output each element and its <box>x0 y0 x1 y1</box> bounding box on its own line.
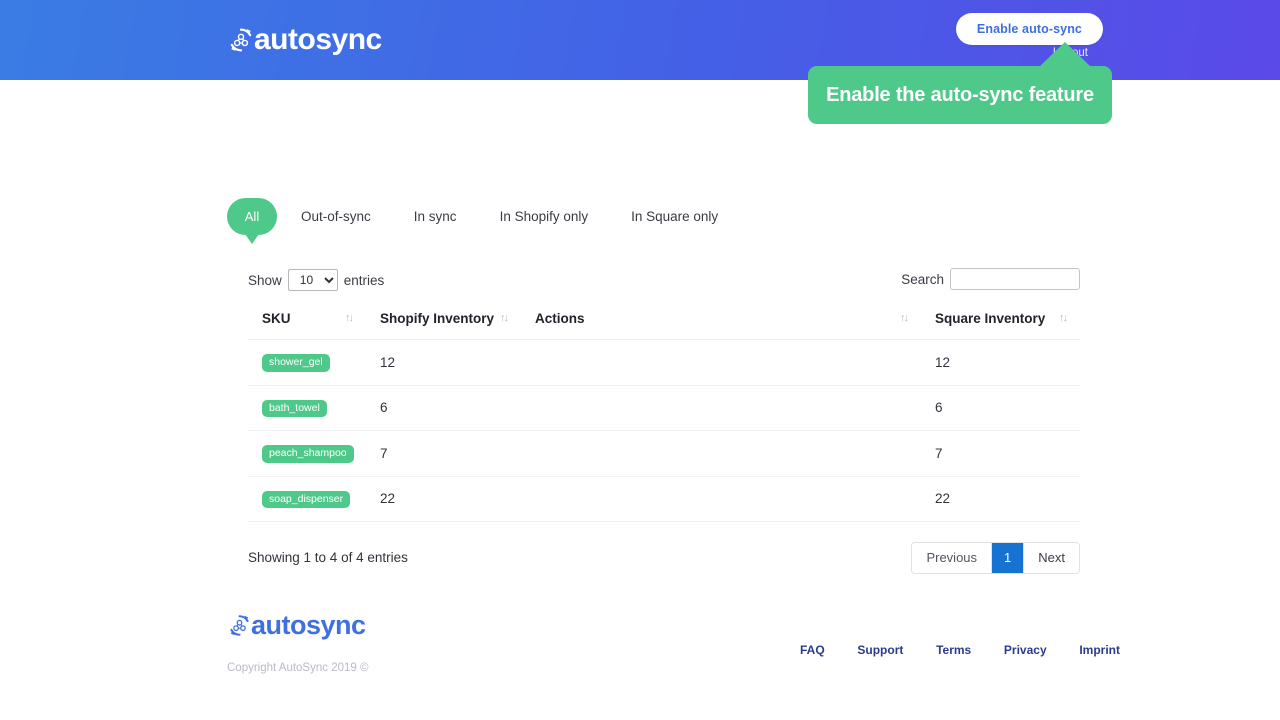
column-header-shopify-inventory-label: Shopify Inventory <box>380 311 494 326</box>
column-header-actions-label: Actions <box>535 311 585 326</box>
footer-links: FAQ Support Terms Privacy Imprint <box>800 643 1120 657</box>
cell-actions <box>521 476 921 522</box>
auto-sync-tooltip: Enable the auto-sync feature <box>808 66 1112 124</box>
sort-updown-icon[interactable]: ↑↓ <box>500 312 507 324</box>
inventory-table: SKU ↑↓ Shopify Inventory ↑↓ Actions ↑↓ S… <box>248 301 1080 522</box>
cell-square-inventory: 7 <box>921 431 1080 477</box>
sort-updown-icon[interactable]: ↑↓ <box>900 312 907 324</box>
table-row[interactable]: soap_dispenser 22 22 <box>248 476 1080 522</box>
table-head: SKU ↑↓ Shopify Inventory ↑↓ Actions ↑↓ S… <box>248 301 1080 340</box>
status-badge: shower_gel <box>262 354 330 372</box>
table-row[interactable]: shower_gel 12 12 <box>248 340 1080 386</box>
footer-link-support[interactable]: Support <box>857 643 903 657</box>
cell-sku: soap_dispenser <box>248 476 366 522</box>
copyright-text: Copyright AutoSync 2019 © <box>227 662 368 674</box>
tab-out-of-sync-label: Out-of-sync <box>301 209 371 224</box>
table-row[interactable]: peach_shampoo 7 7 <box>248 431 1080 477</box>
cell-square-inventory: 6 <box>921 385 1080 431</box>
enable-auto-sync-button[interactable]: Enable auto-sync <box>956 13 1103 45</box>
cell-sku: shower_gel <box>248 340 366 386</box>
tab-in-shopify-only-label: In Shopify only <box>500 209 589 224</box>
pagination-page-1-button[interactable]: 1 <box>992 543 1024 573</box>
inventory-table-container: Show 10 entries Search SKU ↑↓ <box>248 265 1080 576</box>
pagination-previous-button[interactable]: Previous <box>912 543 992 573</box>
search-label: Search <box>901 272 944 287</box>
cell-sku: peach_shampoo <box>248 431 366 477</box>
tab-all-label: All <box>245 209 259 224</box>
tab-in-sync[interactable]: In sync <box>414 209 457 224</box>
cell-actions <box>521 340 921 386</box>
tab-in-square-only[interactable]: In Square only <box>631 209 718 224</box>
status-badge: bath_towel <box>262 400 327 418</box>
header-brand-logo[interactable]: autosync <box>227 20 382 60</box>
pagination-next-button[interactable]: Next <box>1024 543 1079 573</box>
status-badge: peach_shampoo <box>262 445 354 463</box>
tab-out-of-sync[interactable]: Out-of-sync <box>301 209 371 224</box>
page-length-select[interactable]: 10 <box>288 269 338 291</box>
table-footer: Showing 1 to 4 of 4 entries Previous 1 N… <box>248 542 1080 576</box>
footer-link-terms[interactable]: Terms <box>936 643 971 657</box>
footer-link-faq[interactable]: FAQ <box>800 643 825 657</box>
tab-in-square-only-label: In Square only <box>631 209 718 224</box>
status-badge: soap_dispenser <box>262 491 350 509</box>
cell-actions <box>521 385 921 431</box>
cell-shopify-inventory: 22 <box>366 476 521 522</box>
cell-square-inventory: 12 <box>921 340 1080 386</box>
footer-brand-logo[interactable]: autosync <box>227 612 366 639</box>
sync-circle-icon <box>227 26 255 54</box>
brand-name: autosync <box>254 25 382 55</box>
table-header-row: SKU ↑↓ Shopify Inventory ↑↓ Actions ↑↓ S… <box>248 301 1080 340</box>
footer-link-privacy[interactable]: Privacy <box>1004 643 1047 657</box>
footer-brand-name: autosync <box>251 612 366 639</box>
column-header-shopify-inventory[interactable]: Shopify Inventory ↑↓ <box>366 301 521 340</box>
sort-updown-icon[interactable]: ↑↓ <box>1059 312 1066 324</box>
cell-shopify-inventory: 12 <box>366 340 521 386</box>
cell-shopify-inventory: 7 <box>366 431 521 477</box>
footer-link-imprint[interactable]: Imprint <box>1079 643 1120 657</box>
table-info: Showing 1 to 4 of 4 entries <box>248 550 408 565</box>
column-header-square-inventory-label: Square Inventory <box>935 311 1045 326</box>
tab-all[interactable]: All <box>227 198 277 235</box>
cell-sku: bath_towel <box>248 385 366 431</box>
entries-label: entries <box>344 273 385 288</box>
table-body: shower_gel 12 12 bath_towel 6 6 pe <box>248 340 1080 522</box>
tab-in-shopify-only[interactable]: In Shopify only <box>500 209 589 224</box>
show-label: Show <box>248 273 282 288</box>
cell-shopify-inventory: 6 <box>366 385 521 431</box>
column-header-square-inventory[interactable]: Square Inventory ↑↓ <box>921 301 1080 340</box>
tab-in-sync-label: In sync <box>414 209 457 224</box>
cell-actions <box>521 431 921 477</box>
pagination: Previous 1 Next <box>911 542 1080 574</box>
search-control: Search <box>901 268 1080 290</box>
sort-updown-icon[interactable]: ↑↓ <box>345 312 352 324</box>
table-controls: Show 10 entries Search <box>248 265 1080 301</box>
column-header-sku-label: SKU <box>262 311 291 326</box>
page-length-control: Show 10 entries <box>248 269 384 291</box>
filter-tabs: All Out-of-sync In sync In Shopify only … <box>227 198 761 235</box>
column-header-actions[interactable]: Actions ↑↓ <box>521 301 921 340</box>
table-row[interactable]: bath_towel 6 6 <box>248 385 1080 431</box>
tooltip-text: Enable the auto-sync feature <box>826 84 1094 107</box>
cell-square-inventory: 22 <box>921 476 1080 522</box>
sync-circle-icon <box>227 613 252 638</box>
tooltip-pointer-icon <box>1038 42 1092 68</box>
search-input[interactable] <box>950 268 1080 290</box>
column-header-sku[interactable]: SKU ↑↓ <box>248 301 366 340</box>
